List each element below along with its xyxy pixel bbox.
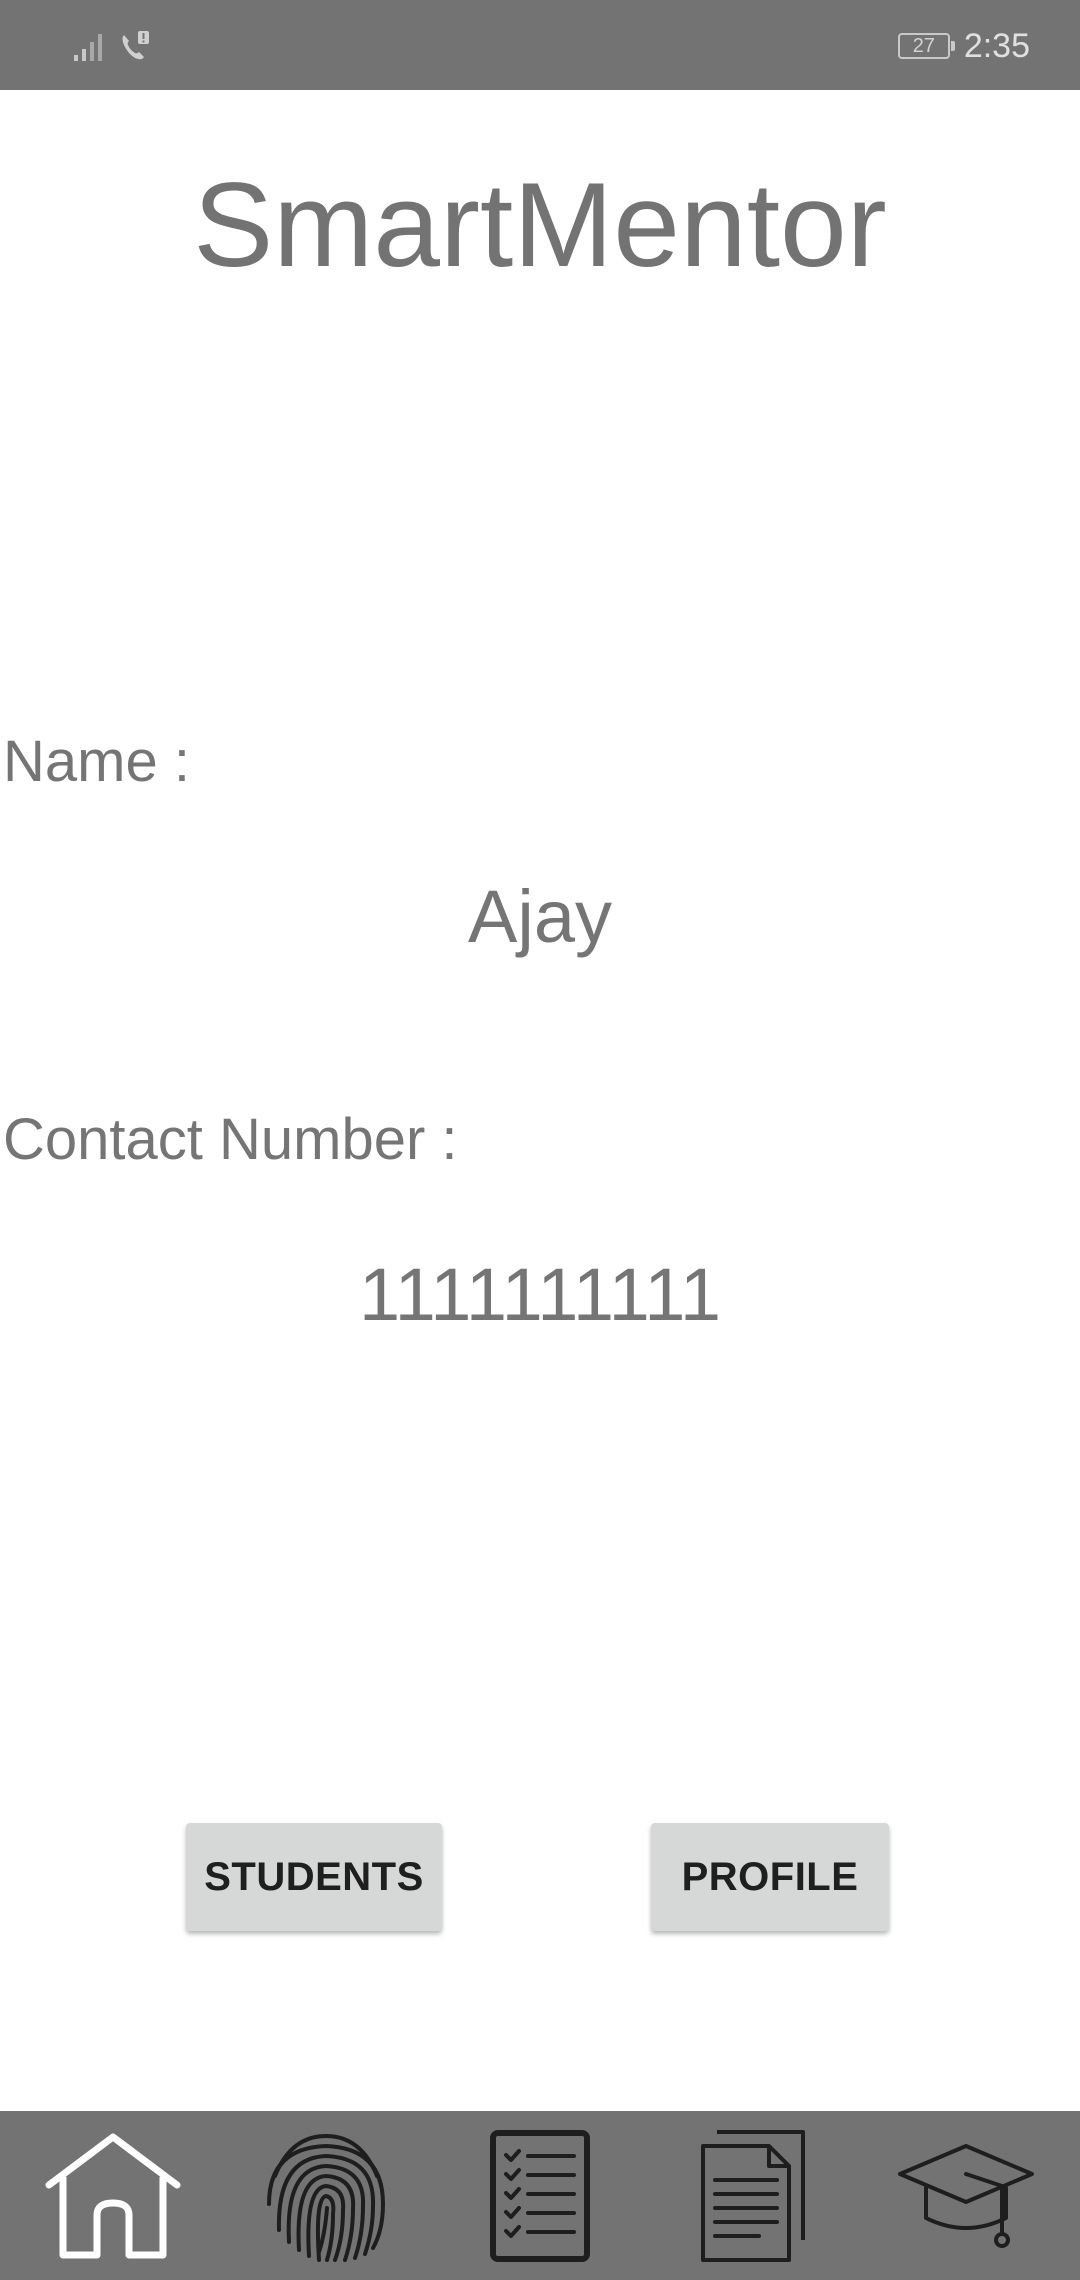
checklist-icon	[490, 2129, 590, 2262]
nav-home[interactable]	[5, 2111, 221, 2280]
status-time: 2:35	[963, 26, 1030, 65]
students-button[interactable]: STUDENTS	[186, 1823, 442, 1931]
status-icons-right: 27 2:35	[897, 22, 1030, 70]
contact-number-value: 1111111111	[358, 1253, 722, 1336]
home-icon	[45, 2133, 181, 2258]
nav-fingerprint[interactable]	[218, 2111, 434, 2280]
contact-number-label: Contact Number :	[3, 1107, 458, 1172]
name-value: Ajay	[468, 875, 612, 958]
nav-checklist[interactable]	[432, 2111, 648, 2280]
call-icon	[122, 31, 149, 60]
status-icons-left	[72, 26, 152, 66]
battery-icon: 27	[897, 33, 955, 59]
fingerprint-icon	[267, 2133, 386, 2262]
bottom-navigation	[0, 2111, 1080, 2280]
status-bar: 27 2:35	[0, 0, 1080, 90]
app-title: SmartMentor	[193, 158, 887, 292]
profile-button[interactable]: PROFILE	[651, 1823, 889, 1931]
signal-icon	[74, 34, 102, 61]
name-label: Name :	[3, 729, 190, 794]
graduation-cap-icon	[898, 2143, 1034, 2248]
battery-level: 27	[912, 35, 935, 57]
nav-documents[interactable]	[645, 2111, 861, 2280]
nav-courses[interactable]	[858, 2111, 1074, 2280]
document-icon	[701, 2129, 805, 2262]
